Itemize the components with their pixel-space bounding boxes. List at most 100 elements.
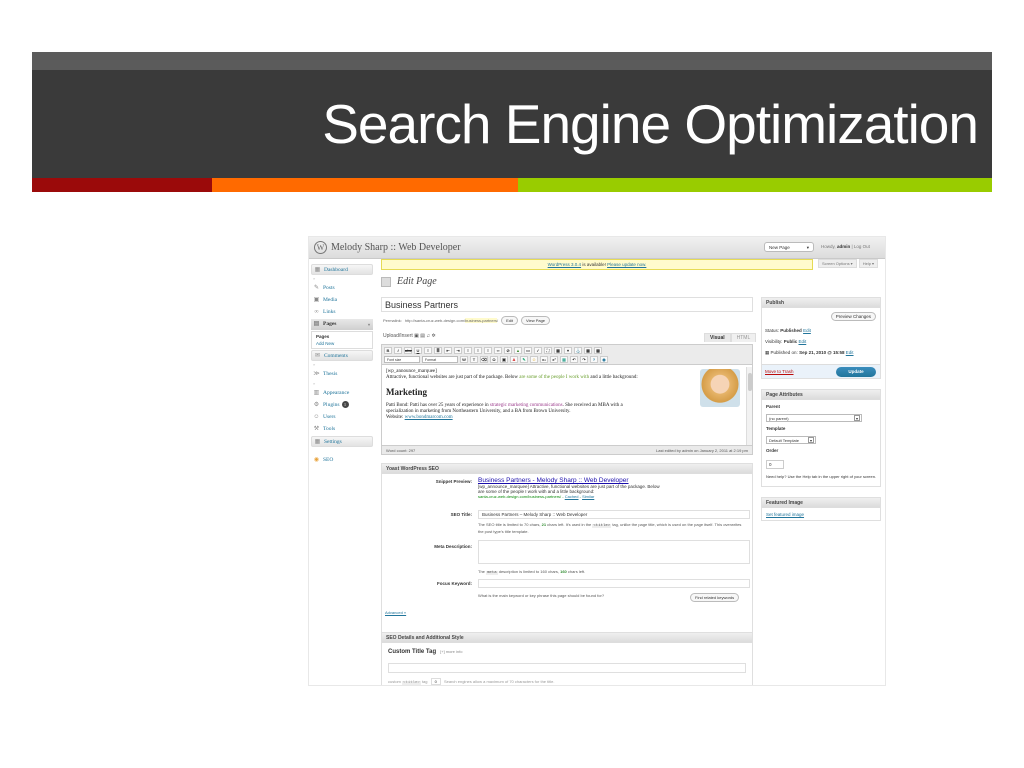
redo-icon[interactable]: ↷ xyxy=(580,356,588,363)
username-link[interactable]: admin xyxy=(837,244,850,249)
advanced-link[interactable]: Advanced » xyxy=(385,610,406,615)
subscript-icon[interactable]: x₂ xyxy=(540,356,548,363)
page-attributes-title[interactable]: Page Attributes xyxy=(762,390,880,400)
tab-visual[interactable]: Visual xyxy=(704,333,731,342)
meta-description-input[interactable] xyxy=(478,540,750,564)
collapse-arrow-icon[interactable]: ▾ xyxy=(368,319,370,330)
snippet-title-link[interactable]: Business Partners - Melody Sharp :: Web … xyxy=(478,477,750,484)
menu-media[interactable]: ▣ Media xyxy=(311,295,373,306)
menu-users[interactable]: ☺ Users xyxy=(311,412,373,423)
permalink-slug[interactable]: business-partners xyxy=(465,318,497,323)
bold-icon[interactable]: B xyxy=(384,346,392,354)
anchor-icon[interactable]: ⚓ xyxy=(574,346,582,354)
superscript-icon[interactable]: x² xyxy=(550,356,558,363)
edit-visibility-link[interactable]: Edit xyxy=(798,339,806,344)
editor-scrollbar[interactable] xyxy=(746,367,752,445)
edit-date-link[interactable]: Edit xyxy=(846,350,854,355)
preview-changes-button[interactable]: Preview Changes xyxy=(830,312,876,321)
screen-options-button[interactable]: Screen Options ▾ xyxy=(818,259,857,268)
scrollbar-thumb[interactable] xyxy=(748,373,752,391)
align-center-icon[interactable]: ≡ xyxy=(474,346,482,354)
update-button[interactable]: Update xyxy=(836,367,876,377)
snippet-cached-link[interactable]: Cached xyxy=(565,494,579,499)
edit-permalink-button[interactable]: Edit xyxy=(501,316,518,325)
underline-icon[interactable]: U xyxy=(414,346,422,354)
seo-title-input[interactable]: Business Partners – Melody Sharp :: Web … xyxy=(478,510,750,519)
set-featured-image-link[interactable]: Set featured image xyxy=(766,512,804,517)
post-title-input[interactable]: Business Partners xyxy=(381,297,753,312)
add-media-icon[interactable]: ✲ xyxy=(432,333,436,339)
remove-format-icon[interactable]: ⌫ xyxy=(480,356,488,363)
more-tag-icon[interactable]: ▭ xyxy=(524,346,532,354)
paste-word-icon[interactable]: W xyxy=(460,356,468,363)
menu-pages[interactable]: ▤ Pages ▾ xyxy=(311,319,373,330)
help-button[interactable]: Help ▾ xyxy=(858,259,879,268)
order-input[interactable]: 0 xyxy=(766,460,784,469)
insert-image-icon[interactable]: ▲ xyxy=(514,346,522,354)
undo-icon[interactable]: ↶ xyxy=(570,356,578,363)
add-image-icon[interactable]: ▣ xyxy=(414,333,419,339)
yoast-seo-box-title[interactable]: Yoast WordPress SEO xyxy=(382,464,752,474)
media-icon[interactable]: ▣ xyxy=(500,356,508,363)
site-name[interactable]: Melody Sharp :: Web Developer xyxy=(331,242,461,253)
submenu-add-new[interactable]: Add New xyxy=(316,340,368,347)
update-now-link[interactable]: Please update now. xyxy=(607,262,646,267)
menu-dashboard[interactable]: ▦ Dashboard xyxy=(311,264,373,275)
menu-settings[interactable]: ▦ Settings xyxy=(311,436,373,447)
menu-tools[interactable]: ⚒ Tools xyxy=(311,424,373,435)
menu-thesis[interactable]: ≫ Thesis xyxy=(311,369,373,380)
wordpress-icon[interactable]: ◉ xyxy=(600,356,608,363)
submenu-pages[interactable]: Pages xyxy=(316,333,368,340)
outdent-icon[interactable]: ⇤ xyxy=(444,346,452,354)
table-icon[interactable]: ▦ xyxy=(584,346,592,354)
align-left-icon[interactable]: ≡ xyxy=(464,346,472,354)
add-audio-icon[interactable]: ♫ xyxy=(426,333,430,339)
text-color-icon[interactable]: A xyxy=(510,356,518,363)
indent-icon[interactable]: ⇥ xyxy=(454,346,462,354)
bullet-list-icon[interactable]: ≡ xyxy=(424,346,432,354)
wordpress-logo-icon[interactable]: W xyxy=(314,241,327,254)
snippet-similar-link[interactable]: Similar xyxy=(582,494,594,499)
focus-keyword-input[interactable] xyxy=(478,579,750,588)
emoticon-icon[interactable]: ☺ xyxy=(530,356,538,363)
more-info-link[interactable]: [+] more info xyxy=(440,649,462,654)
publish-box-title[interactable]: Publish xyxy=(762,298,880,308)
custom-title-input[interactable] xyxy=(388,663,746,673)
unlink-icon[interactable]: ⊘ xyxy=(504,346,512,354)
add-video-icon[interactable]: ▤ xyxy=(420,333,425,339)
find-related-keywords-button[interactable]: Find related keywords xyxy=(690,593,740,602)
tab-html[interactable]: HTML xyxy=(730,333,757,342)
menu-seo[interactable]: ◉ SEO xyxy=(311,455,373,466)
template-select[interactable]: Default Template ▾ xyxy=(766,436,816,444)
help-icon[interactable]: ? xyxy=(590,356,598,363)
editor-content[interactable]: [wp_announce_marquee] Attractive, functi… xyxy=(384,367,744,445)
move-to-trash-link[interactable]: Move to Trash xyxy=(765,369,794,374)
view-page-button[interactable]: View Page xyxy=(520,316,551,325)
menu-appearance[interactable]: ▥ Appearance xyxy=(311,388,373,399)
logout-link[interactable]: | Log Out xyxy=(851,244,869,249)
spellcheck-icon[interactable]: ✓ xyxy=(534,346,542,354)
wp-version-link[interactable]: WordPress 3.0.4 xyxy=(548,262,581,267)
code-icon[interactable]: ▩ xyxy=(594,346,602,354)
profile-photo[interactable] xyxy=(700,369,740,407)
menu-comments[interactable]: ✉ Comments xyxy=(311,350,373,361)
paste-text-icon[interactable]: T xyxy=(470,356,478,363)
seo-details-box-title[interactable]: SEO Details and Additional Style xyxy=(382,633,752,643)
menu-plugins[interactable]: ⚙ Plugins 1 xyxy=(311,400,373,411)
website-link[interactable]: www.bondmarcom.com xyxy=(405,415,453,420)
parent-select[interactable]: (no parent) ▾ xyxy=(766,414,862,422)
menu-posts[interactable]: ✎ Posts xyxy=(311,283,373,294)
format-select[interactable]: Format xyxy=(422,356,458,363)
fullscreen-icon[interactable]: ⛶ xyxy=(544,346,552,354)
align-right-icon[interactable]: ≡ xyxy=(484,346,492,354)
numbered-list-icon[interactable]: ≣ xyxy=(434,346,442,354)
favorite-actions-dropdown[interactable]: New Page ▾ xyxy=(764,242,814,252)
font-size-select[interactable]: Font size xyxy=(384,356,420,363)
shortcode-icon[interactable]: ▾ xyxy=(564,346,572,354)
featured-image-title[interactable]: Featured Image xyxy=(762,498,880,508)
menu-links[interactable]: ∞ Links xyxy=(311,307,373,318)
kitchen-sink-icon[interactable]: ▦ xyxy=(554,346,562,354)
special-char-icon[interactable]: Ω xyxy=(490,356,498,363)
strikethrough-icon[interactable]: abc xyxy=(404,346,412,354)
table-insert-icon[interactable]: ▦ xyxy=(560,356,568,363)
